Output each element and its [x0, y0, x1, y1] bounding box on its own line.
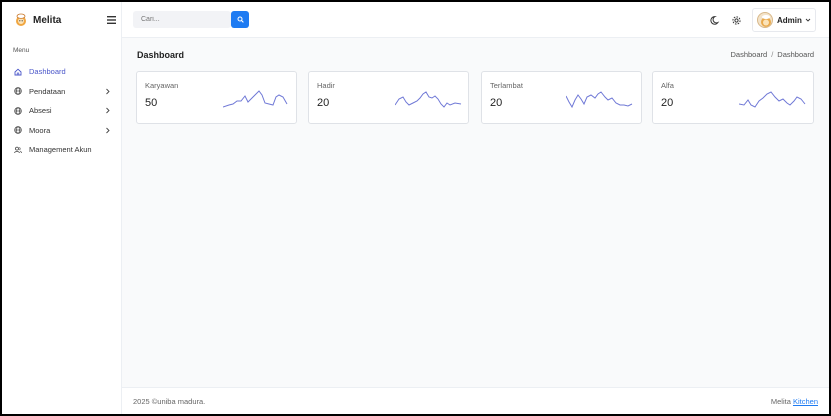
sidebar-item-label: Absesi	[29, 106, 52, 116]
stat-card-hadir: Hadir 20	[308, 71, 469, 124]
chevron-down-icon	[805, 18, 811, 22]
globe-icon	[14, 107, 22, 115]
sidebar-item-absesi[interactable]: Absesi	[2, 101, 122, 121]
users-icon	[14, 146, 22, 153]
top-header: Admin	[122, 2, 829, 38]
search-icon	[237, 16, 244, 23]
app-window: Melita Menu Dashboard Pendataan Absesi M…	[2, 2, 829, 414]
breadcrumb: Dashboard / Dashboard	[731, 50, 815, 59]
breadcrumb-item[interactable]: Dashboard	[731, 50, 768, 59]
stat-card-value: 50	[145, 97, 158, 109]
stat-card-karyawan: Karyawan 50	[136, 71, 297, 124]
user-menu[interactable]: Admin	[752, 8, 816, 32]
breadcrumb-item-current: Dashboard	[777, 50, 814, 59]
stat-card-alfa: Alfa 20	[652, 71, 814, 124]
menu-section-title: Menu	[13, 47, 30, 54]
footer-credit: Melita Kitchen	[771, 397, 818, 406]
footer-credit-text: Melita	[770, 397, 791, 406]
stat-card-value: 20	[490, 97, 503, 109]
sidebar: Melita Menu Dashboard Pendataan Absesi M…	[2, 2, 122, 414]
globe-icon	[14, 87, 22, 95]
sidebar-item-management-akun[interactable]: Management Akun	[2, 140, 122, 160]
sidebar-item-dashboard[interactable]: Dashboard	[2, 62, 122, 82]
stat-card-value: 20	[317, 97, 330, 109]
footer-copyright: 2025 ©uniba madura.	[133, 397, 206, 406]
home-icon	[14, 68, 22, 76]
footer: 2025 ©uniba madura. Melita Kitchen	[122, 387, 829, 414]
stat-card-label: Terlambat	[490, 81, 523, 90]
brand-name: Melita	[33, 14, 62, 26]
page-title: Dashboard	[137, 50, 185, 60]
stat-card-terlambat: Terlambat 20	[481, 71, 642, 124]
chevron-right-icon	[106, 88, 110, 94]
brand[interactable]: Melita	[2, 2, 122, 38]
search-button[interactable]	[231, 11, 249, 28]
sparkline-chart	[395, 91, 462, 108]
stat-card-value: 20	[661, 97, 674, 109]
globe-icon	[14, 126, 22, 134]
stat-card-label: Alfa	[661, 81, 674, 90]
chevron-right-icon	[106, 127, 110, 133]
avatar	[757, 12, 773, 28]
sidebar-nav: Dashboard Pendataan Absesi Moora Managem…	[2, 62, 122, 160]
sparkline-chart	[223, 90, 288, 108]
chef-logo-icon	[16, 13, 26, 26]
sparkline-chart	[566, 91, 633, 109]
sidebar-item-label: Management Akun	[29, 145, 92, 155]
moon-icon[interactable]	[710, 15, 721, 26]
user-name: Admin	[777, 15, 802, 25]
gear-icon[interactable]	[731, 15, 742, 26]
breadcrumb-separator: /	[771, 50, 774, 59]
hamburger-menu-icon[interactable]	[107, 16, 116, 24]
sidebar-item-pendataan[interactable]: Pendataan	[2, 82, 122, 102]
sidebar-item-moora[interactable]: Moora	[2, 121, 122, 141]
search-input[interactable]	[133, 11, 231, 28]
sidebar-item-label: Moora	[29, 125, 51, 135]
avatar-image	[761, 15, 771, 27]
sidebar-item-label: Dashboard	[29, 67, 66, 77]
chevron-right-icon	[106, 107, 110, 114]
stat-card-label: Hadir	[317, 81, 335, 90]
stat-card-label: Karyawan	[145, 81, 179, 90]
footer-credit-link[interactable]: Kitchen	[793, 397, 818, 406]
sparkline-chart	[739, 91, 806, 108]
sidebar-item-label: Pendataan	[29, 86, 66, 96]
